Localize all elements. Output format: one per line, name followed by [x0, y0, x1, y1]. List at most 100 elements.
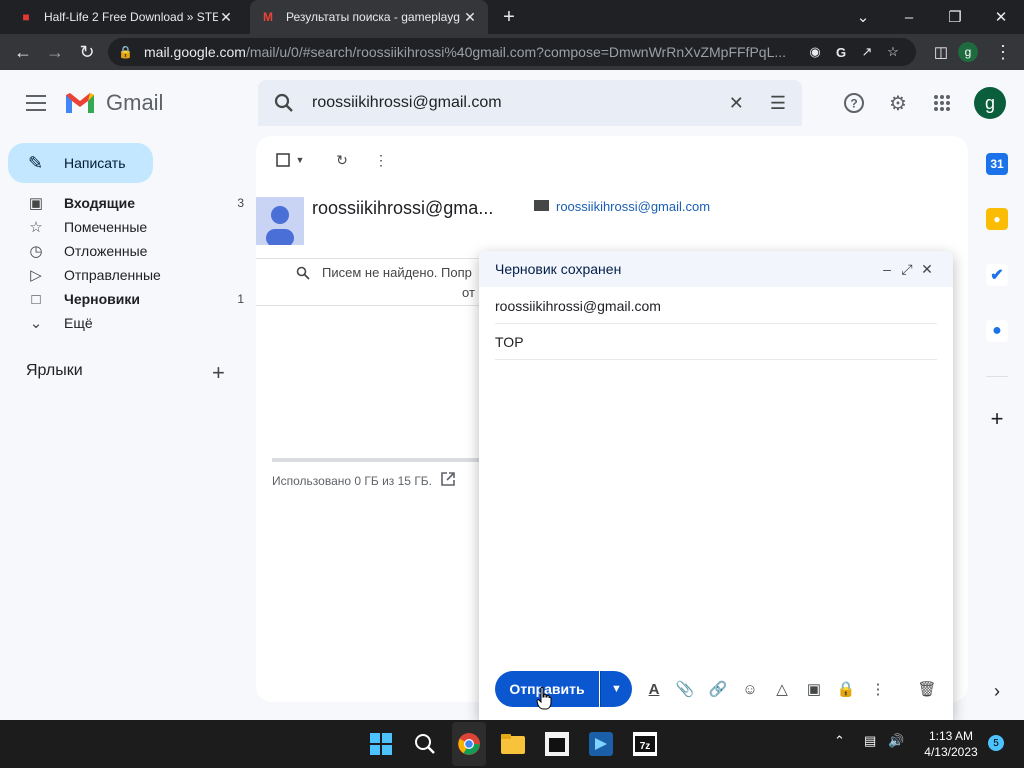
google-icon[interactable]: G	[828, 42, 854, 62]
search-input[interactable]: roossiikihrossi@gmail.com	[312, 94, 729, 112]
compose-window-header[interactable]: Черновик сохранен – ⤢ ✕	[479, 251, 953, 287]
sidebar-item-drafts[interactable]: □ Черновики 1	[24, 287, 244, 311]
tab-title: Half-Life 2 Free Download » STEA	[44, 10, 218, 24]
reload-icon[interactable]: ↻	[74, 39, 100, 65]
forward-icon[interactable]: →	[42, 39, 68, 65]
help-icon[interactable]: ?	[841, 90, 867, 116]
close-tab-icon[interactable]: ✕	[218, 9, 234, 26]
labels-heading: Ярлыки	[26, 362, 83, 379]
tasks-icon[interactable]: ✔	[986, 264, 1008, 286]
keep-icon[interactable]: ●	[986, 208, 1008, 230]
browser-menu-icon[interactable]: ⋮	[990, 39, 1016, 65]
search-icon[interactable]	[274, 93, 294, 113]
expand-panel-icon[interactable]: ›	[986, 680, 1008, 702]
back-icon[interactable]: ←	[10, 39, 36, 65]
search-icon[interactable]	[410, 729, 440, 759]
insert-photo-icon[interactable]: ▣	[803, 678, 825, 700]
close-window-button[interactable]: ✕	[978, 0, 1024, 34]
more-options-icon[interactable]: ⋮	[370, 150, 392, 170]
formatting-icon[interactable]: A	[643, 678, 665, 700]
more-options-icon[interactable]: ⋮	[867, 678, 889, 700]
browser-tab-halflife[interactable]: ■ Half-Life 2 Free Download » STEA ✕	[8, 0, 244, 34]
send-icon: ▷	[30, 267, 42, 284]
lock-icon: 🔒	[118, 45, 133, 59]
tab-title: Результаты поиска - gameplayg	[286, 10, 460, 24]
attach-icon[interactable]: 📎	[674, 678, 696, 700]
open-external-icon[interactable]	[441, 472, 455, 486]
contact-avatar	[256, 197, 304, 245]
emoji-icon[interactable]: ☺	[739, 678, 761, 700]
tab-search-icon[interactable]: ⌄	[840, 0, 886, 34]
select-checkbox[interactable]	[272, 150, 294, 170]
calendar-icon[interactable]: 31	[986, 153, 1008, 175]
to-field[interactable]: roossiikihrossi@gmail.com	[495, 288, 937, 324]
search-options-icon[interactable]: ☰	[770, 93, 786, 114]
gmail-logo-text[interactable]: Gmail	[106, 90, 163, 116]
app-icon[interactable]	[542, 729, 572, 759]
file-explorer-icon[interactable]	[498, 729, 528, 759]
close-icon[interactable]: ✕	[917, 261, 937, 278]
browser-profile-avatar[interactable]: g	[958, 42, 978, 62]
sidebar-item-snoozed[interactable]: ◷ Отложенные	[24, 239, 244, 263]
chevron-down-icon: ⌄	[29, 315, 43, 332]
7zip-icon[interactable]: 7z	[630, 729, 660, 759]
chrome-icon[interactable]	[454, 729, 484, 759]
side-panel-icon[interactable]: ◫	[928, 39, 954, 65]
discard-draft-icon[interactable]: 🗑	[916, 678, 938, 700]
system-clock[interactable]: 1:13 AM 4/13/2023	[918, 728, 984, 760]
address-bar[interactable]: 🔒 mail.google.com/mail/u/0/#search/rooss…	[108, 38, 916, 66]
mail-search-bar[interactable]: roossiikihrossi@gmail.com ✕ ☰	[258, 80, 802, 126]
gmail-logo-icon[interactable]	[64, 90, 96, 116]
bookmark-star-icon[interactable]: ☆	[880, 42, 906, 62]
close-tab-icon[interactable]: ✕	[462, 9, 478, 26]
message-body[interactable]	[495, 362, 937, 662]
compose-button[interactable]: ✎ Написать	[8, 143, 153, 183]
no-results-text-continued: от	[462, 285, 475, 300]
contact-email-link[interactable]: roossiikihrossi@gmail.com	[556, 199, 710, 214]
share-icon[interactable]: ↗	[854, 42, 880, 62]
get-addons-icon[interactable]: +	[986, 406, 1008, 431]
maximize-button[interactable]: ❐	[932, 0, 978, 34]
hand-cursor-icon	[536, 686, 552, 710]
add-label-icon[interactable]: +	[212, 360, 225, 386]
windows-start-icon[interactable]	[366, 729, 396, 759]
clear-search-icon[interactable]: ✕	[729, 93, 744, 114]
clock-date: 4/13/2023	[924, 745, 978, 759]
volume-icon[interactable]: 🔊	[888, 733, 904, 749]
contact-name[interactable]: roossiikihrossi@gma...	[312, 198, 493, 219]
chevron-up-icon[interactable]: ⌃	[834, 733, 845, 749]
notification-badge[interactable]: 5	[988, 735, 1004, 751]
drive-icon[interactable]: △	[771, 678, 793, 700]
sidebar-item-more[interactable]: ⌄ Ещё	[24, 311, 244, 335]
account-avatar[interactable]: g	[974, 87, 1006, 119]
clock-time: 1:13 AM	[928, 729, 974, 743]
eye-icon[interactable]: ◉	[802, 42, 828, 62]
confidential-mode-icon[interactable]: 🔒	[835, 678, 857, 700]
gmail-favicon-icon: M	[263, 10, 273, 24]
email-envelope-icon	[534, 200, 549, 211]
apps-grid-icon[interactable]	[929, 90, 955, 116]
settings-gear-icon[interactable]: ⚙	[885, 90, 911, 116]
refresh-icon[interactable]: ↻	[331, 150, 353, 170]
red-favicon-icon: ■	[22, 10, 30, 24]
main-menu-icon[interactable]	[24, 92, 48, 114]
star-icon: ☆	[29, 219, 43, 236]
sidebar-item-sent[interactable]: ▷ Отправленные	[24, 263, 244, 287]
sidebar-item-starred[interactable]: ☆ Помеченные	[24, 215, 244, 239]
no-results-text: Писем не найдено. Попр	[322, 265, 472, 280]
select-dropdown-icon[interactable]: ▼	[292, 150, 308, 170]
media-player-icon[interactable]	[586, 729, 616, 759]
minimize-button[interactable]: –	[886, 0, 932, 34]
insert-link-icon[interactable]: 🔗	[707, 678, 729, 700]
storage-usage-bar	[272, 458, 482, 462]
subject-field[interactable]: TOP	[495, 324, 937, 360]
draft-icon: □	[31, 290, 41, 308]
new-tab-button[interactable]: +	[498, 6, 520, 28]
sidebar-item-inbox[interactable]: ▣ Входящие 3	[24, 191, 244, 215]
divider	[256, 305, 480, 306]
contacts-icon[interactable]: ●	[986, 320, 1008, 342]
network-icon[interactable]: ▤	[864, 733, 876, 749]
fullscreen-icon[interactable]: ⤢	[897, 261, 917, 278]
minimize-icon[interactable]: –	[877, 261, 897, 277]
browser-tab-gmail[interactable]: M Результаты поиска - gameplayg ✕	[250, 0, 488, 34]
